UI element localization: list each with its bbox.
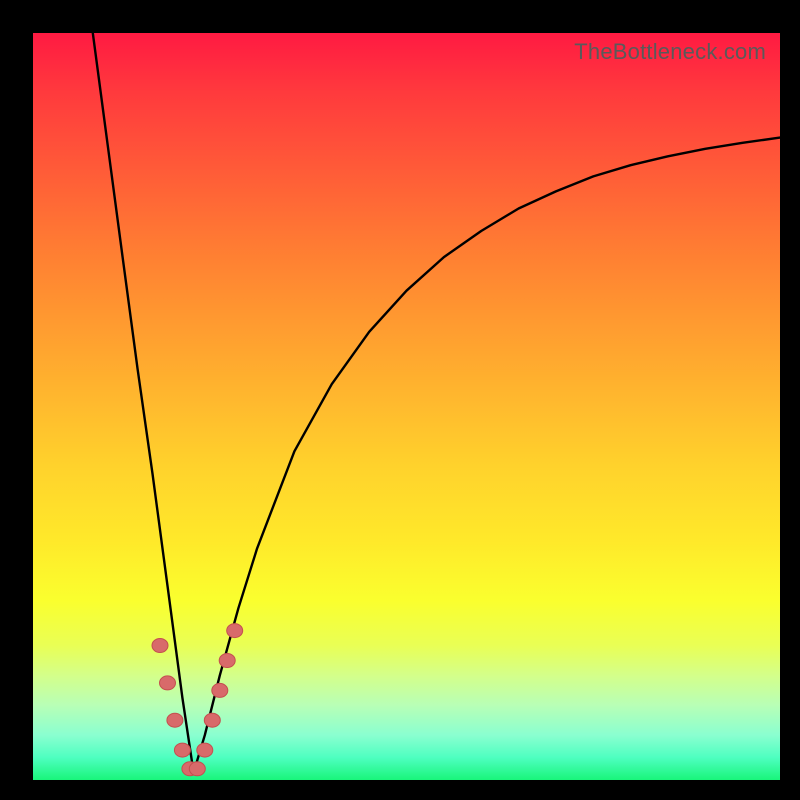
- bead-group: [152, 624, 243, 776]
- bead-point: [167, 713, 183, 727]
- bead-point: [197, 743, 213, 757]
- bead-point: [204, 713, 220, 727]
- bead-point: [227, 624, 243, 638]
- bead-point: [212, 683, 228, 697]
- bead-point: [152, 639, 168, 653]
- curve-svg: [33, 33, 780, 780]
- bead-point: [174, 743, 190, 757]
- plot-area: TheBottleneck.com: [33, 33, 780, 780]
- bead-point: [189, 762, 205, 776]
- chart-frame: TheBottleneck.com: [0, 0, 800, 800]
- bottleneck-curve: [93, 33, 780, 773]
- bead-point: [219, 654, 235, 668]
- bead-point: [160, 676, 176, 690]
